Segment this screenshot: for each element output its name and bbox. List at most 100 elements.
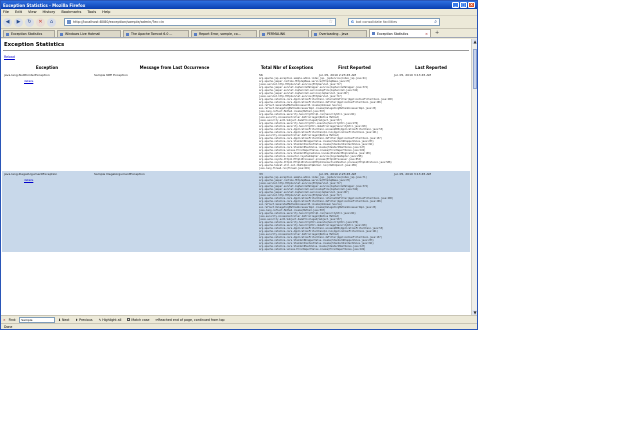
status-bar: Done <box>1 323 477 329</box>
reload-link[interactable]: Reload <box>4 55 468 59</box>
tab-2[interactable]: Windows Live Hotmail <box>57 30 121 37</box>
last-reported: Jul. 05, 2010 3:13:45 AM <box>394 172 431 176</box>
menu-bar: File Edit View History Bookmarks Tools H… <box>1 9 477 16</box>
search-box[interactable]: G bat consolidate facilities ⌕ <box>348 18 440 26</box>
minimize-icon[interactable]: _ <box>452 2 459 8</box>
find-label: Find: <box>8 317 17 322</box>
header-first-reported: First Reported <box>317 63 392 72</box>
menu-history[interactable]: History <box>43 10 56 14</box>
page-content: Exception Statistics Reload Exception Me… <box>1 39 471 315</box>
tab-7-active[interactable]: Exception Statistics × <box>369 29 431 37</box>
tab-close-icon[interactable]: × <box>425 32 428 36</box>
back-icon[interactable]: ◀ <box>3 17 12 27</box>
tab-label: Exception Statistics <box>11 32 43 36</box>
tab-favicon-icon <box>262 32 265 36</box>
new-tab-icon[interactable]: + <box>435 30 439 36</box>
tab-favicon-icon <box>194 32 197 36</box>
checkbox-icon <box>127 318 131 321</box>
find-input[interactable]: Sample <box>19 316 56 323</box>
find-status-message: Reached end of page, continued from top <box>158 317 225 322</box>
menu-tools[interactable]: Tools <box>87 10 96 14</box>
find-next-label: Next <box>61 317 70 322</box>
address-url: http://localhost:8080/exception/sample/a… <box>73 20 165 24</box>
stop-icon[interactable]: ✕ <box>36 17 45 27</box>
details-link[interactable]: details <box>24 178 90 182</box>
status-text: Done <box>4 325 13 329</box>
vertical-scrollbar[interactable]: ▲ ▼ <box>471 39 477 315</box>
find-next-button[interactable]: ⬇ Next <box>58 318 69 322</box>
find-previous-label: Previous <box>79 317 93 322</box>
stats-cell: 56 Jul. 05, 2010 2:23:45 AM Jul. 05, 201… <box>257 72 470 171</box>
message-cell: Sample IllegalArgumentException <box>92 171 257 252</box>
browser-window: Exception Statistics - Mozilla Firefox _… <box>0 0 478 330</box>
find-bar: × Find: Sample ⬇ Next ⬆ Previous ✎ Highl… <box>1 315 477 323</box>
tab-3[interactable]: The Apache Tomcat 6.0 ... <box>123 30 189 37</box>
match-case-checkbox[interactable]: Match case <box>127 318 149 322</box>
tab-5[interactable]: PERMALINK <box>259 30 309 37</box>
scroll-up-icon[interactable]: ▲ <box>472 39 477 44</box>
maximize-icon[interactable]: □ <box>460 2 467 8</box>
tab-4[interactable]: Report Error, sample, co... <box>191 30 257 37</box>
stack-trace: org.apache.jsp.exception.sample.admin.in… <box>259 176 468 251</box>
match-case-label: Match case <box>131 317 150 322</box>
details-link[interactable]: details <box>24 79 90 83</box>
tab-6[interactable]: Overloading - Java <box>311 30 367 37</box>
page-title: Exception Statistics <box>4 42 65 48</box>
tab-label: Exception Statistics <box>377 31 409 36</box>
exception-cell: java.lang.NullPointerException details <box>2 72 92 171</box>
tab-favicon-icon <box>6 32 9 36</box>
reload-icon[interactable]: ↻ <box>25 17 34 27</box>
search-icon[interactable]: ⌕ <box>434 19 437 25</box>
title-bar: Exception Statistics - Mozilla Firefox _… <box>1 1 477 9</box>
tab-strip: Exception Statistics Windows Live Hotmai… <box>1 29 477 38</box>
tab-label: Windows Live Hotmail <box>65 32 101 36</box>
stack-trace-line: java.lang.Thread.run(Thread.java:619) <box>259 167 311 170</box>
tab-favicon-icon <box>126 32 129 36</box>
site-favicon-icon <box>67 20 71 24</box>
navigation-toolbar: ◀ ▶ ↻ ✕ ⌂ http://localhost:8080/exceptio… <box>1 16 477 29</box>
tab-label: The Apache Tomcat 6.0 ... <box>131 32 173 36</box>
scrollbar-thumb[interactable] <box>473 49 477 89</box>
address-bar[interactable]: http://localhost:8080/exception/sample/a… <box>64 18 336 26</box>
home-icon[interactable]: ⌂ <box>47 17 56 27</box>
tab-label: Overloading - Java <box>319 32 349 36</box>
highlight-all-label: Highlight all <box>102 317 122 322</box>
tab-1[interactable]: Exception Statistics <box>3 30 55 37</box>
menu-file[interactable]: File <box>3 10 9 14</box>
window-title: Exception Statistics - Mozilla Firefox <box>3 2 86 8</box>
close-icon[interactable]: × <box>468 2 475 8</box>
exception-name: java.lang.IllegalArgumentException <box>4 172 58 176</box>
table-header-row: Exception Message from Last Occurrence T… <box>2 63 470 72</box>
menu-edit[interactable]: Edit <box>15 10 22 14</box>
message-cell: Sample NPE Exception <box>92 72 257 171</box>
highlight-all-button[interactable]: ✎ Highlight all <box>99 318 122 322</box>
stats-cell: 33 Jul. 05, 2010 2:23:45 AM Jul. 05, 201… <box>257 171 470 252</box>
stack-trace-line: org.apache.catalina.valves.ErrorReportVa… <box>259 248 366 251</box>
bookmark-star-icon[interactable]: ☆ <box>329 19 333 25</box>
menu-view[interactable]: View <box>28 10 37 14</box>
table-row: java.lang.NullPointerException details S… <box>2 72 470 171</box>
exception-cell: java.lang.IllegalArgumentException detai… <box>2 171 92 252</box>
header-total: Total Nbr of Exceptions <box>257 63 317 72</box>
table-row: java.lang.IllegalArgumentException detai… <box>2 171 470 252</box>
tab-favicon-icon <box>314 32 317 36</box>
search-engine-icon[interactable]: G <box>351 20 354 24</box>
stack-trace: org.apache.jsp.exception.sample.admin.in… <box>259 77 468 170</box>
tab-label: Report Error, sample, co... <box>199 32 241 36</box>
tab-favicon-icon <box>372 32 375 35</box>
menu-bookmarks[interactable]: Bookmarks <box>61 10 81 14</box>
title-divider <box>3 50 469 51</box>
forward-icon[interactable]: ▶ <box>14 17 23 27</box>
find-close-icon[interactable]: × <box>3 318 6 322</box>
menu-help[interactable]: Help <box>102 10 110 14</box>
header-last-reported: Last Reported <box>392 63 470 72</box>
tab-label: PERMALINK <box>267 32 286 36</box>
exception-table: Exception Message from Last Occurrence T… <box>2 63 470 252</box>
exception-name: java.lang.NullPointerException <box>4 73 50 77</box>
find-previous-button[interactable]: ⬆ Previous <box>75 318 92 322</box>
tab-favicon-icon <box>60 32 63 36</box>
header-message: Message from Last Occurrence <box>92 63 257 72</box>
header-exception: Exception <box>2 63 92 72</box>
search-query: bat consolidate facilities <box>355 20 398 24</box>
last-reported: Jul. 05, 2010 3:13:45 AM <box>394 73 431 77</box>
